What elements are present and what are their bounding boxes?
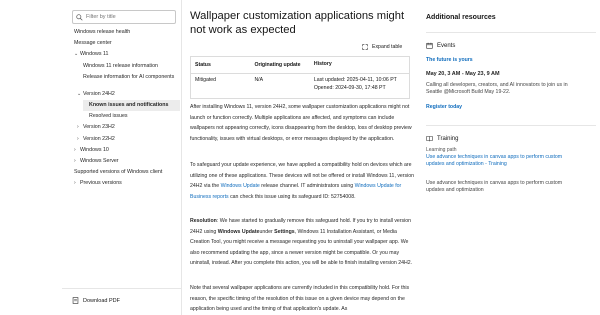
additional-resources-heading: Additional resources: [426, 14, 496, 21]
table-header: Status: [195, 62, 211, 68]
expand-table-button[interactable]: Expand table: [362, 44, 402, 50]
nav-item-supported-versions[interactable]: Supported versions of Windows client: [72, 167, 180, 178]
nav-item-known-issues[interactable]: Known issues and notifications: [83, 99, 180, 112]
table-header-row: Status Originating update History: [191, 57, 409, 74]
expand-table-label: Expand table: [372, 44, 403, 50]
filter-input[interactable]: [86, 14, 174, 20]
search-icon: [76, 13, 83, 21]
nav-item-windows-server[interactable]: › Windows Server: [72, 156, 180, 167]
training-heading: Training: [426, 135, 458, 142]
resolution-paragraph: Resolution: We have started to gradually…: [190, 216, 415, 269]
nav-item-release-health[interactable]: Windows release health: [72, 27, 180, 38]
page-title: Wallpaper customization applications mig…: [190, 10, 405, 36]
filter-box[interactable]: [72, 10, 176, 24]
nav-item-win11-release-info[interactable]: Windows 11 release information: [72, 61, 180, 72]
nav-item-label: Version 22H2: [83, 135, 115, 142]
text: Settings: [274, 228, 295, 235]
status-table: Status Originating update History Mitiga…: [190, 56, 410, 99]
resolution-label: Resolution: [190, 218, 217, 224]
register-link[interactable]: Register today: [426, 104, 462, 111]
download-pdf-label: Download PDF: [83, 297, 120, 304]
calendar-icon: [426, 42, 433, 49]
toc-nav: Windows release health Message center ⌄ W…: [72, 27, 180, 189]
nav-item-windows-11[interactable]: ⌄ Windows 11: [72, 49, 180, 60]
issue-description: After installing Windows 11, version 24H…: [190, 104, 412, 142]
training-link[interactable]: Use advance techniques in canvas apps to…: [426, 154, 576, 168]
text: Windows Update: [217, 228, 260, 235]
nav-item-previous-versions[interactable]: › Previous versions: [72, 178, 180, 189]
table-header: History: [313, 61, 332, 68]
table-row: Mitigated N/A Last updated: 2025-04-11, …: [191, 74, 409, 98]
windows-update-link[interactable]: Windows Update: [221, 183, 260, 189]
divider: [426, 125, 596, 126]
training-label: Training: [437, 135, 459, 142]
nav-item-label: Known issues and notifications: [89, 101, 169, 108]
nav-item-windows-10[interactable]: › Windows 10: [72, 145, 180, 156]
training-icon: [426, 136, 433, 142]
nav-item-ai-components[interactable]: Release information for AI components: [72, 72, 180, 89]
history-cell: Last updated: 2025-04-11, 10:06 PT Opene…: [314, 77, 409, 92]
table-header: Originating update: [254, 62, 301, 68]
history-updated: Last updated: 2025-04-11, 10:06 PT: [313, 77, 397, 83]
training-description: Use advance techniques in canvas apps to…: [426, 180, 563, 193]
nav-item-label: Version 24H2: [83, 90, 115, 97]
download-pdf-button[interactable]: Download PDF: [72, 297, 120, 304]
nav-item-label: Release information for AI components: [83, 73, 175, 80]
nav-item-label: Windows 11: [80, 51, 109, 58]
nav-item-version-23h2[interactable]: › Version 23H2: [72, 122, 180, 133]
text: release channel. IT administrators using: [259, 183, 355, 189]
nav-item-label: Previous versions: [80, 180, 122, 187]
nav-item-label: Supported versions of Windows client: [74, 169, 163, 176]
safeguard-paragraph: To safeguard your update experience, we …: [190, 160, 415, 202]
update-cell: N/A: [254, 77, 264, 83]
nav-item-label: Message center: [74, 40, 112, 47]
text: can check this issue using its safeguard…: [228, 193, 356, 200]
events-heading: Events: [426, 42, 455, 49]
nav-item-label: Windows release health: [74, 29, 131, 35]
nav-item-version-22h2[interactable]: › Version 22H2: [72, 134, 180, 145]
nav-item-message-center[interactable]: Message center: [72, 38, 180, 49]
event-link[interactable]: The future is yours: [426, 57, 473, 64]
nav-item-version-24h2[interactable]: ⌄ Version 24H2: [72, 89, 180, 100]
text: under: [259, 228, 275, 235]
download-icon: [72, 297, 79, 304]
note-paragraph: Note that several wallpaper applications…: [190, 285, 410, 312]
sidebar-footer: Download PDF: [62, 288, 182, 304]
divider: [426, 32, 596, 33]
nav-item-resolved-issues[interactable]: Resolved issues: [72, 111, 180, 122]
event-description: Calling all developers, creators, and AI…: [426, 82, 568, 95]
expand-icon: [362, 44, 368, 50]
event-date: May 20, 3 AM - May 23, 9 AM: [426, 71, 500, 77]
status-cell: Mitigated: [195, 77, 217, 83]
events-label: Events: [437, 42, 456, 49]
sidebar: Windows release health Message center ⌄W…: [62, 0, 182, 315]
nav-item-label: Version 23H2: [83, 124, 115, 131]
nav-item-label: Windows 11 release information: [83, 62, 158, 69]
nav-item-label: Windows Server: [80, 157, 119, 164]
nav-item-label: Resolved issues: [89, 113, 128, 120]
history-opened: Opened: 2024-09-30, 17:48 PT: [313, 84, 386, 91]
nav-item-label: Windows 10: [80, 146, 109, 153]
module-label: Learning path: [426, 147, 457, 153]
